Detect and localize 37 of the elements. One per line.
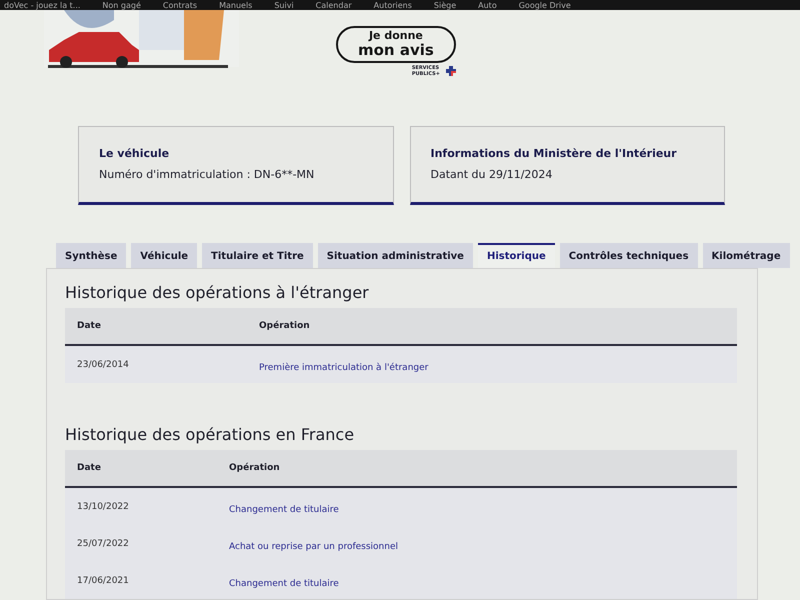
bookmark-link[interactable]: Google Drive: [518, 1, 571, 10]
bookmark-link[interactable]: Siège: [434, 1, 456, 10]
column-header: Opération: [229, 463, 281, 473]
cross-logo-icon: [446, 66, 456, 76]
tab[interactable]: Kilométrage: [702, 243, 790, 268]
date-cell-text: 17/06/2021: [77, 576, 130, 586]
bookmark-link[interactable]: Manuels: [219, 1, 252, 10]
section-title: Historique des opérations à l'étranger: [65, 283, 370, 302]
card-title: Le véhicule: [99, 147, 170, 160]
bookmark-link[interactable]: Auto: [478, 1, 497, 10]
bookmark-link[interactable]: Non gagé: [102, 1, 141, 10]
card-title: Informations du Ministère de l'Intérieur: [430, 147, 678, 160]
date-cell-text: 13/10/2022: [77, 502, 130, 512]
bookmark-link[interactable]: Autoriens: [374, 1, 412, 10]
bookmark-link[interactable]: doVec - jouez la t...: [4, 1, 80, 10]
tab[interactable]: Situation administrative: [318, 243, 473, 268]
column-header: Date: [77, 463, 102, 473]
card-text: Numéro d'immatriculation : DN-6**-MN: [99, 168, 316, 181]
bookmark-link[interactable]: Suivi: [274, 1, 294, 10]
bookmark-link[interactable]: Contrats: [162, 1, 198, 10]
tab[interactable]: Contrôles techniques: [560, 243, 698, 268]
tab[interactable]: Synthèse: [56, 243, 126, 268]
date-cell-text: 23/06/2014: [77, 360, 130, 370]
tab[interactable]: Historique: [478, 243, 555, 268]
date-cell-text: 25/07/2022: [77, 538, 130, 548]
tab[interactable]: Titulaire et Titre: [202, 243, 313, 268]
column-header: Opération: [259, 321, 311, 331]
card-text: Datant du 29/11/2024: [430, 168, 554, 181]
operation-link[interactable]: Changement de titulaire: [229, 505, 339, 515]
section-title: Historique des opérations en France: [65, 425, 356, 444]
tab[interactable]: Véhicule: [131, 243, 198, 268]
column-header: Date: [77, 321, 102, 331]
feedback-button[interactable]: Je donne mon avis: [336, 26, 456, 64]
operation-link[interactable]: Achat ou reprise par un professionnel: [229, 542, 398, 552]
bookmark-link[interactable]: Calendar: [316, 1, 352, 10]
operation-link[interactable]: Première immatriculation à l'étranger: [259, 363, 428, 373]
operation-link[interactable]: Changement de titulaire: [229, 579, 339, 589]
